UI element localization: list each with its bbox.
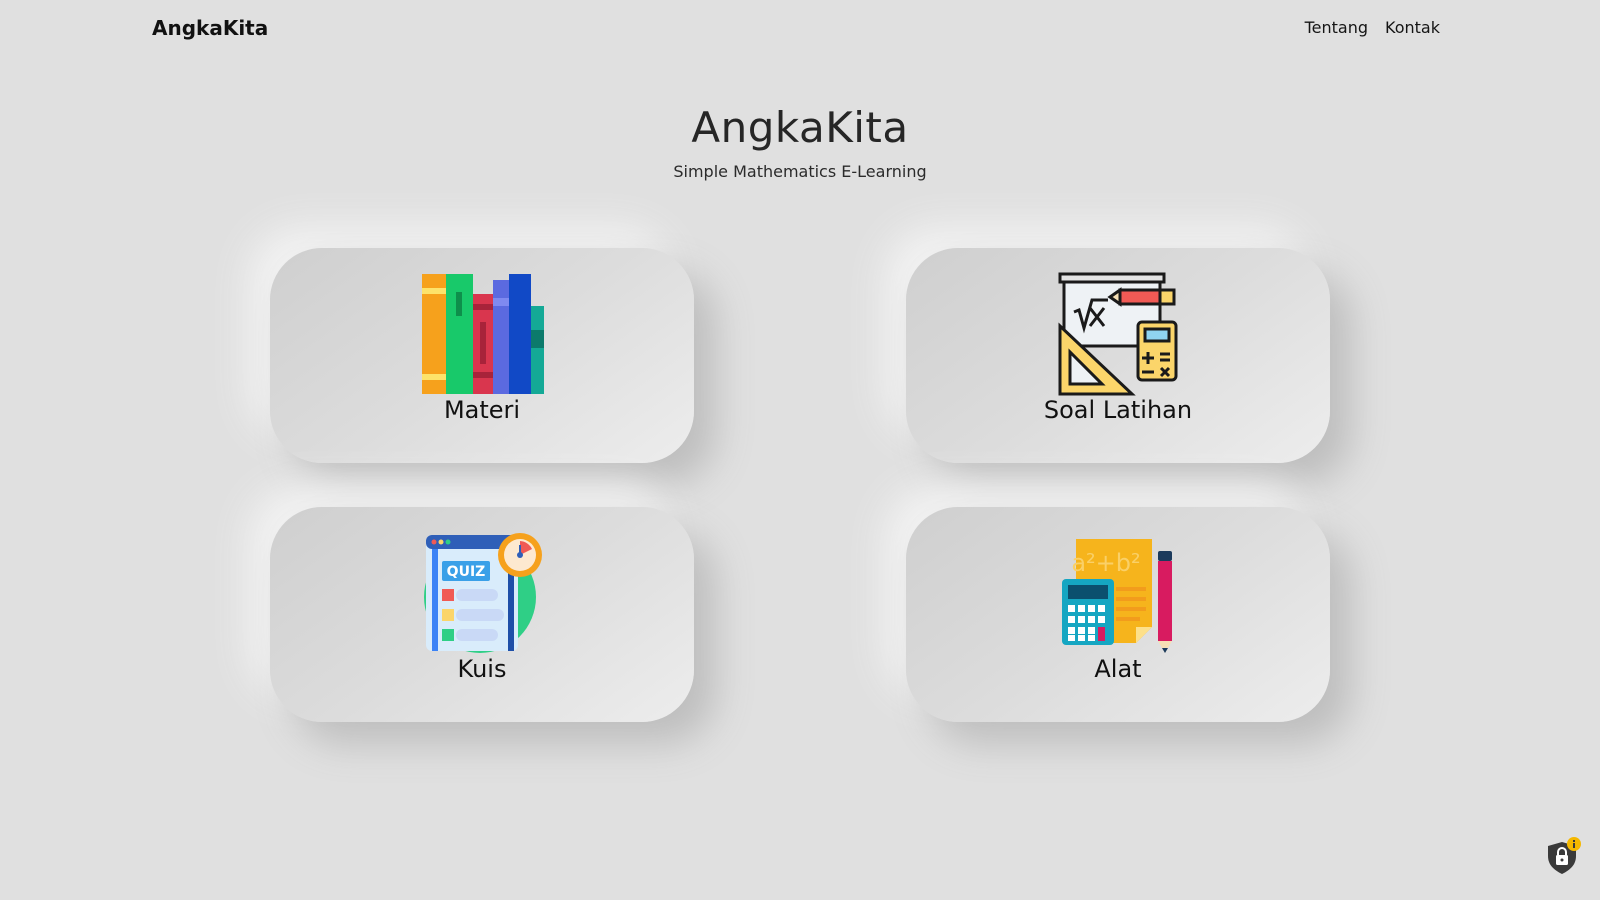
card-kuis[interactable]: QUIZ Kuis xyxy=(270,507,694,722)
books-icon xyxy=(420,272,544,396)
calculator-pencil-icon: a²+b² xyxy=(1056,531,1180,655)
card-label-alat: Alat xyxy=(1094,655,1142,683)
card-materi[interactable]: Materi xyxy=(270,248,694,463)
nav-links: Tentang Kontak xyxy=(1305,18,1440,37)
nav-link-tentang[interactable]: Tentang xyxy=(1305,18,1368,37)
card-soal-latihan[interactable]: Soal Latihan xyxy=(906,248,1330,463)
math-board-calculator-icon xyxy=(1056,272,1180,396)
quiz-icon: QUIZ xyxy=(420,531,544,655)
card-label-materi: Materi xyxy=(443,396,521,424)
svg-text:a²+b²: a²+b² xyxy=(1071,549,1140,577)
quiz-icon-text: QUIZ xyxy=(447,564,486,580)
card-label-kuis: Kuis xyxy=(457,655,507,683)
lock-info-icon[interactable] xyxy=(1544,836,1584,876)
hero: AngkaKita Simple Mathematics E-Learning xyxy=(0,100,1600,181)
page-subtitle: Simple Mathematics E-Learning xyxy=(673,162,927,181)
card-label-soal-latihan: Soal Latihan xyxy=(1043,396,1193,424)
page-title: AngkaKita xyxy=(691,103,909,152)
card-alat[interactable]: a²+b² Alat xyxy=(906,507,1330,722)
nav-link-kontak[interactable]: Kontak xyxy=(1385,18,1440,37)
navbar: AngkaKita Tentang Kontak xyxy=(0,0,1600,56)
brand-link[interactable]: AngkaKita xyxy=(152,16,268,40)
